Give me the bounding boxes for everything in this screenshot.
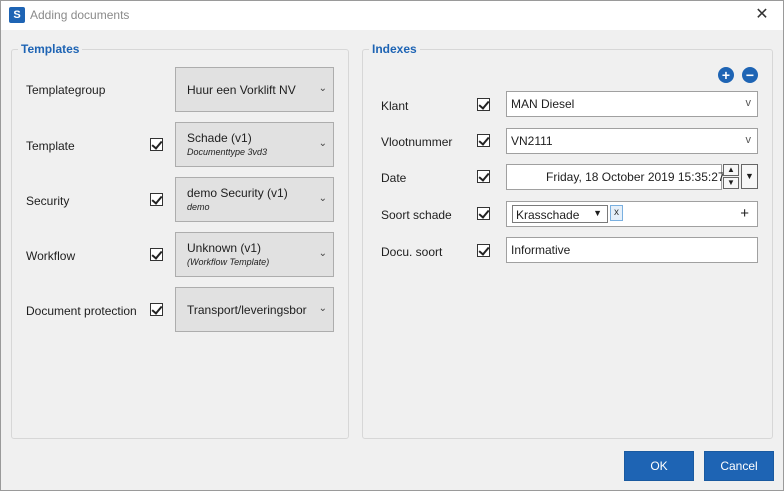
soort-schade-tag-value: Krasschade <box>516 208 580 222</box>
workflow-checkbox[interactable] <box>150 248 163 261</box>
template-checkbox[interactable] <box>150 138 163 151</box>
vlootnummer-label: Vlootnummer <box>381 135 453 149</box>
workflow-value: Unknown (v1) <box>187 241 262 255</box>
templategroup-value: Huur een Vorklift NV <box>187 83 296 97</box>
klant-label: Klant <box>381 99 409 113</box>
title-bar: S Adding documents ✕ <box>1 1 783 30</box>
security-checkbox[interactable] <box>150 193 163 206</box>
date-value: Friday, 18 October 2019 15:35:27 <box>546 170 725 184</box>
document-protection-checkbox[interactable] <box>150 303 163 316</box>
templategroup-dropdown[interactable]: Huur een Vorklift NV ⌄ <box>175 67 334 112</box>
vlootnummer-value: VN2111 <box>511 134 553 148</box>
remove-index-icon[interactable]: − <box>742 67 758 83</box>
window-title: Adding documents <box>30 8 130 22</box>
app-logo-icon: S <box>9 7 25 23</box>
chevron-down-icon: v <box>745 97 752 109</box>
cancel-button[interactable]: Cancel <box>704 451 774 481</box>
workflow-label: Workflow <box>26 249 76 263</box>
template-value: Schade (v1) <box>187 131 252 145</box>
adding-documents-dialog: S Adding documents ✕ Templates Templateg… <box>0 0 784 491</box>
security-value: demo Security (v1) <box>187 186 288 200</box>
security-subtitle: demo <box>187 202 210 212</box>
workflow-subtitle: (Workflow Template) <box>187 257 270 267</box>
date-picker[interactable]: Friday, 18 October 2019 15:35:27 <box>506 164 725 190</box>
docu-soort-checkbox[interactable] <box>477 244 490 257</box>
document-protection-value: Transport/leveringsbor <box>187 303 307 317</box>
klant-combobox[interactable]: MAN Diesel v <box>506 91 758 117</box>
docu-soort-input[interactable]: Informative <box>506 237 758 263</box>
chevron-down-icon: ⌄ <box>318 303 327 314</box>
dropdown-arrow-icon: ▼ <box>593 208 602 218</box>
chevron-down-icon: ⌄ <box>318 248 327 259</box>
add-index-icon[interactable]: + <box>718 67 734 83</box>
template-dropdown[interactable]: Schade (v1) Documenttype 3vd3 ⌄ <box>175 122 334 167</box>
vlootnummer-combobox[interactable]: VN2111 v <box>506 128 758 154</box>
docu-soort-value: Informative <box>511 243 571 257</box>
date-label: Date <box>381 171 407 185</box>
klant-value: MAN Diesel <box>511 97 575 111</box>
templates-panel-title: Templates <box>18 42 83 56</box>
security-dropdown[interactable]: demo Security (v1) demo ⌄ <box>175 177 334 222</box>
date-spin-up-icon[interactable]: ▲ <box>723 164 739 176</box>
chevron-down-icon: ⌄ <box>318 83 327 94</box>
document-protection-label: Document protection <box>26 304 137 318</box>
template-subtitle: Documenttype 3vd3 <box>187 147 268 157</box>
vlootnummer-checkbox[interactable] <box>477 134 490 147</box>
security-label: Security <box>26 194 70 208</box>
document-protection-dropdown[interactable]: Transport/leveringsbor ⌄ <box>175 287 334 332</box>
soort-schade-tag-combobox[interactable]: Krasschade ▼ <box>512 205 608 223</box>
klant-checkbox[interactable] <box>477 98 490 111</box>
indexes-panel-title: Indexes <box>369 42 420 56</box>
date-dropdown-icon[interactable]: ▼ <box>741 164 758 189</box>
remove-tag-icon[interactable]: x <box>610 205 623 221</box>
templategroup-label: Templategroup <box>26 83 106 97</box>
chevron-down-icon: ⌄ <box>318 138 327 149</box>
date-spin-down-icon[interactable]: ▼ <box>723 177 739 189</box>
workflow-dropdown[interactable]: Unknown (v1) (Workflow Template) ⌄ <box>175 232 334 277</box>
ok-button[interactable]: OK <box>624 451 694 481</box>
date-checkbox[interactable] <box>477 170 490 183</box>
chevron-down-icon: v <box>745 134 752 146</box>
soort-schade-label: Soort schade <box>381 208 452 222</box>
chevron-down-icon: ⌄ <box>318 193 327 204</box>
soort-schade-checkbox[interactable] <box>477 207 490 220</box>
add-tag-icon[interactable]: + <box>740 205 749 222</box>
template-label: Template <box>26 139 75 153</box>
docu-soort-label: Docu. soort <box>381 245 443 259</box>
close-icon[interactable]: ✕ <box>753 6 771 24</box>
